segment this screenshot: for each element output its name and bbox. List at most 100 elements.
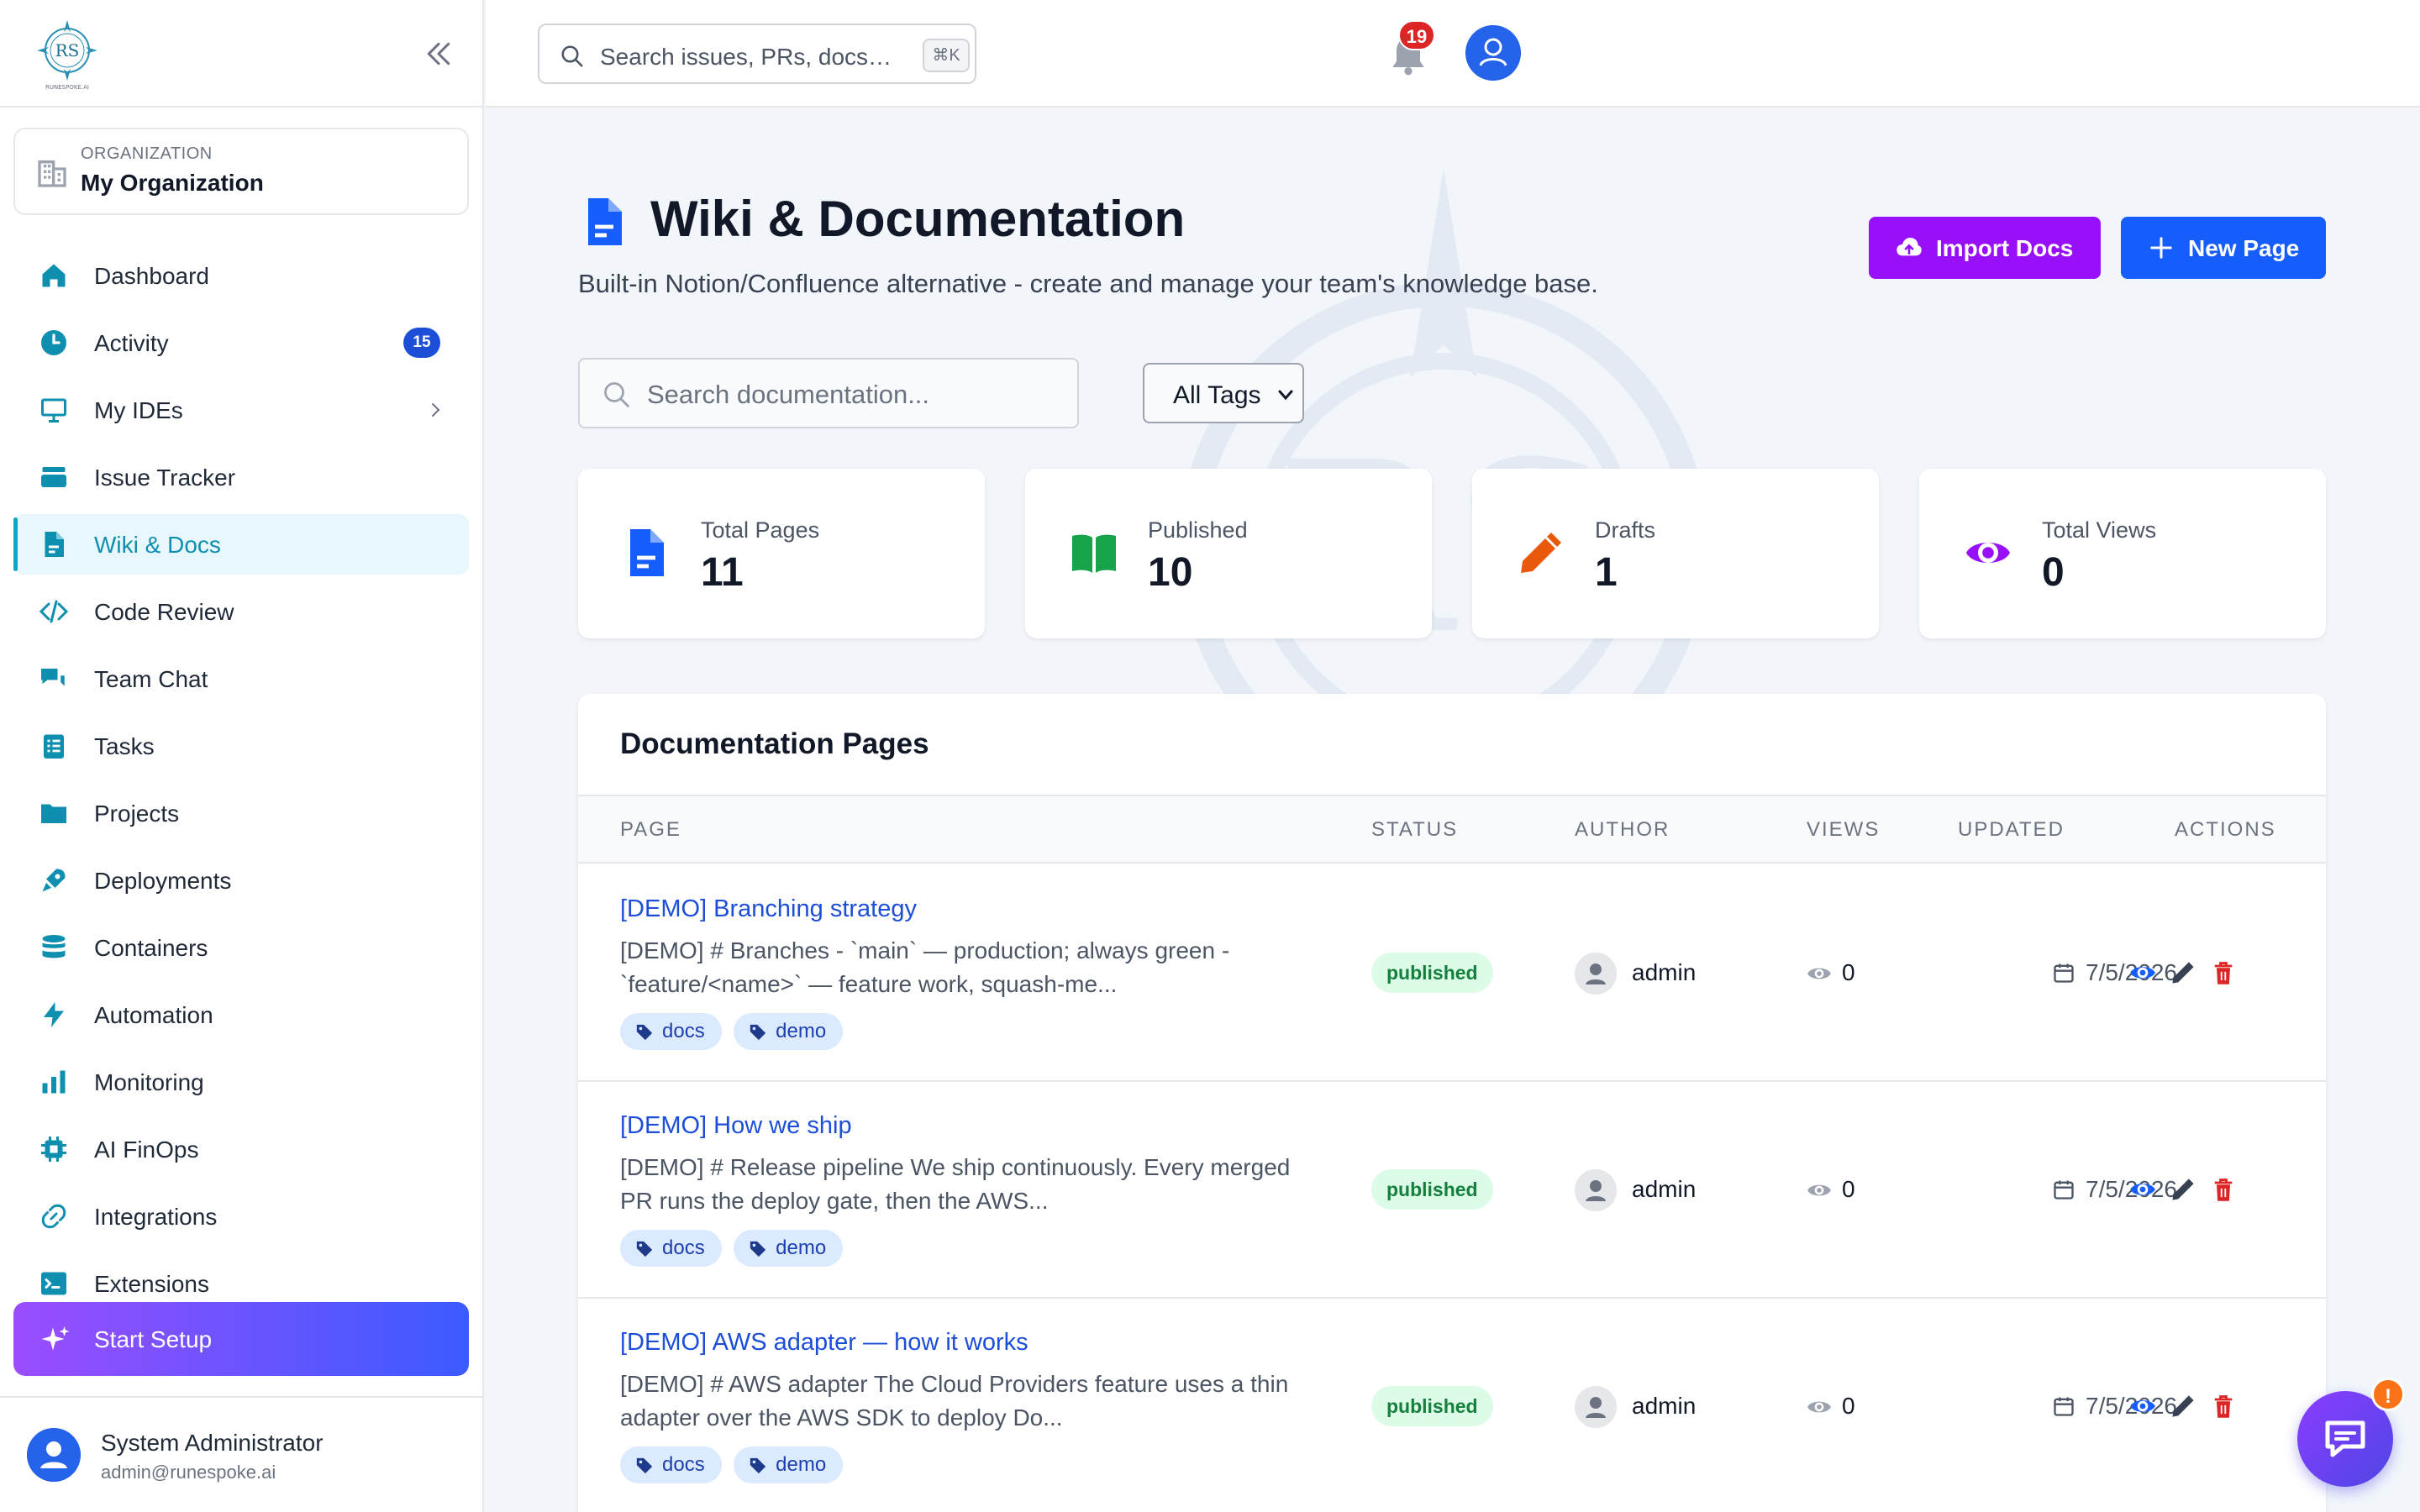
tag-chip[interactable]: docs [620,1230,722,1267]
import-docs-label: Import Docs [1936,235,2074,261]
main-content: RS Wiki & Documentation Built-in Notion/… [486,109,2420,1512]
start-setup-label: Start Setup [94,1326,213,1352]
page-title: Wiki & Documentation [650,191,1186,247]
sidebar-item-projects[interactable]: Projects [13,783,469,843]
page-title-link[interactable]: [DEMO] Branching strategy [620,895,917,923]
profile-avatar-icon[interactable] [1465,25,1521,81]
edit-page-pencil-icon[interactable] [2170,959,2196,986]
sidebar-item-my-ides[interactable]: My IDEs [13,380,469,440]
tag-chip[interactable]: docs [620,1013,722,1050]
runespoke-logo[interactable]: RS RUNESPOKE.AI [34,17,101,91]
sidebar-item-label: Dashboard [94,263,209,289]
calendar-icon [2054,1397,2074,1416]
page-title-link[interactable]: [DEMO] AWS adapter — how it works [620,1329,1028,1357]
tag-label: demo [776,1453,827,1476]
sidebar-item-integrations[interactable]: Integrations [13,1186,469,1247]
author-name: admin [1632,1176,1697,1202]
sidebar-item-label: Activity [94,330,169,356]
search-shortcut-hint: ⌘K [923,39,970,72]
sidebar-item-label: Automation [94,1002,213,1028]
home-icon [42,264,66,287]
view-page-eye-icon[interactable] [2129,959,2156,986]
chip-icon [41,1137,66,1162]
sidebar: RS RUNESPOKE.AI ORGANIZATION My Organiza… [0,0,484,1512]
stat-label: Drafts [1595,517,1656,543]
sidebar-item-issue-tracker[interactable]: Issue Tracker [13,447,469,507]
sidebar-item-monitoring[interactable]: Monitoring [13,1052,469,1112]
author-avatar-icon [1575,953,1617,995]
global-search-input[interactable]: Search issues, PRs, docs… ⌘K [538,24,976,84]
sidebar-item-ai-finops[interactable]: AI FinOps [13,1119,469,1179]
chevron-down-icon [1278,390,1293,401]
new-page-label: New Page [2188,235,2300,261]
delete-page-trash-icon[interactable] [2210,959,2237,986]
import-docs-button[interactable]: Import Docs [1869,217,2101,279]
code-icon [39,600,69,623]
pencil-icon [1521,533,1561,573]
column-header-views[interactable]: VIEWS [1807,818,1880,842]
monitor-icon [41,398,66,423]
start-setup-button[interactable]: Start Setup [13,1302,469,1376]
topbar: Search issues, PRs, docs… ⌘K 19 [486,0,2420,108]
tag-filter-select[interactable]: All Tags [1143,363,1304,423]
table-row[interactable]: [DEMO] AWS adapter — how it works [DEMO]… [578,1299,2326,1512]
tag-chip[interactable]: docs [620,1446,722,1483]
current-user[interactable]: System Administrator admin@runespoke.ai [0,1396,484,1512]
building-icon [38,160,66,187]
sidebar-item-deployments[interactable]: Deployments [13,850,469,911]
sidebar-item-label: Issue Tracker [94,465,236,491]
sidebar-nav: Dashboard Activity 15 My IDEs Issue Trac… [13,245,469,1320]
link-icon [41,1204,66,1229]
bolt-icon [44,1002,64,1027]
collapse-sidebar-icon[interactable] [422,37,455,71]
tag-label: docs [662,1020,705,1042]
author-avatar-icon [1575,1169,1617,1211]
edit-page-pencil-icon[interactable] [2170,1393,2196,1420]
stat-label: Total Views [2042,517,2157,543]
column-header-status[interactable]: STATUS [1371,818,1458,842]
book-icon [1072,534,1116,573]
view-page-eye-icon[interactable] [2129,1176,2156,1203]
page-excerpt: [DEMO] # AWS adapter The Cloud Providers… [620,1371,1289,1431]
stat-value: 0 [2042,550,2065,595]
delete-page-trash-icon[interactable] [2210,1393,2237,1420]
delete-page-trash-icon[interactable] [2210,1176,2237,1203]
sidebar-header: RS RUNESPOKE.AI [0,0,482,108]
tag-label: docs [662,1453,705,1476]
sidebar-item-code-review[interactable]: Code Review [13,581,469,642]
tag-icon [750,1241,766,1257]
table-row[interactable]: [DEMO] Branching strategy [DEMO] # Branc… [578,865,2326,1082]
doc-search-input[interactable]: Search documentation... [578,358,1079,428]
view-page-eye-icon[interactable] [2129,1393,2156,1420]
chevron-right-icon [432,403,440,417]
document-icon [588,198,622,245]
svg-text:RUNESPOKE.AI: RUNESPOKE.AI [45,84,89,91]
sidebar-item-wiki-docs[interactable]: Wiki & Docs [13,514,469,575]
tag-chip[interactable]: demo [734,1446,844,1483]
sidebar-item-dashboard[interactable]: Dashboard [13,245,469,306]
tag-label: docs [662,1236,705,1259]
table-row[interactable]: [DEMO] How we ship [DEMO] # Release pipe… [578,1082,2326,1299]
tag-chip[interactable]: demo [734,1230,844,1267]
tag-chip[interactable]: demo [734,1013,844,1050]
search-icon [604,382,629,407]
sidebar-item-containers[interactable]: Containers [13,917,469,978]
sidebar-item-automation[interactable]: Automation [13,984,469,1045]
sidebar-item-team-chat[interactable]: Team Chat [13,648,469,709]
column-header-updated[interactable]: UPDATED [1958,818,2065,842]
stat-card-drafts: Drafts 1 [1472,469,1879,638]
column-header-author[interactable]: AUTHOR [1575,818,1670,842]
sidebar-item-tasks[interactable]: Tasks [13,716,469,776]
tag-icon [750,1024,766,1041]
status-badge: published [1371,1386,1493,1426]
sidebar-item-activity[interactable]: Activity 15 [13,312,469,373]
org-switcher[interactable]: ORGANIZATION My Organization [13,128,469,215]
page-title-link[interactable]: [DEMO] How we ship [620,1112,852,1140]
svg-text:RS: RS [55,40,80,60]
new-page-button[interactable]: New Page [2121,217,2326,279]
column-header-page[interactable]: PAGE [620,818,681,842]
tag-label: demo [776,1020,827,1042]
edit-page-pencil-icon[interactable] [2170,1176,2196,1203]
stat-card-published: Published 10 [1025,469,1432,638]
sidebar-item-label: AI FinOps [94,1137,199,1163]
